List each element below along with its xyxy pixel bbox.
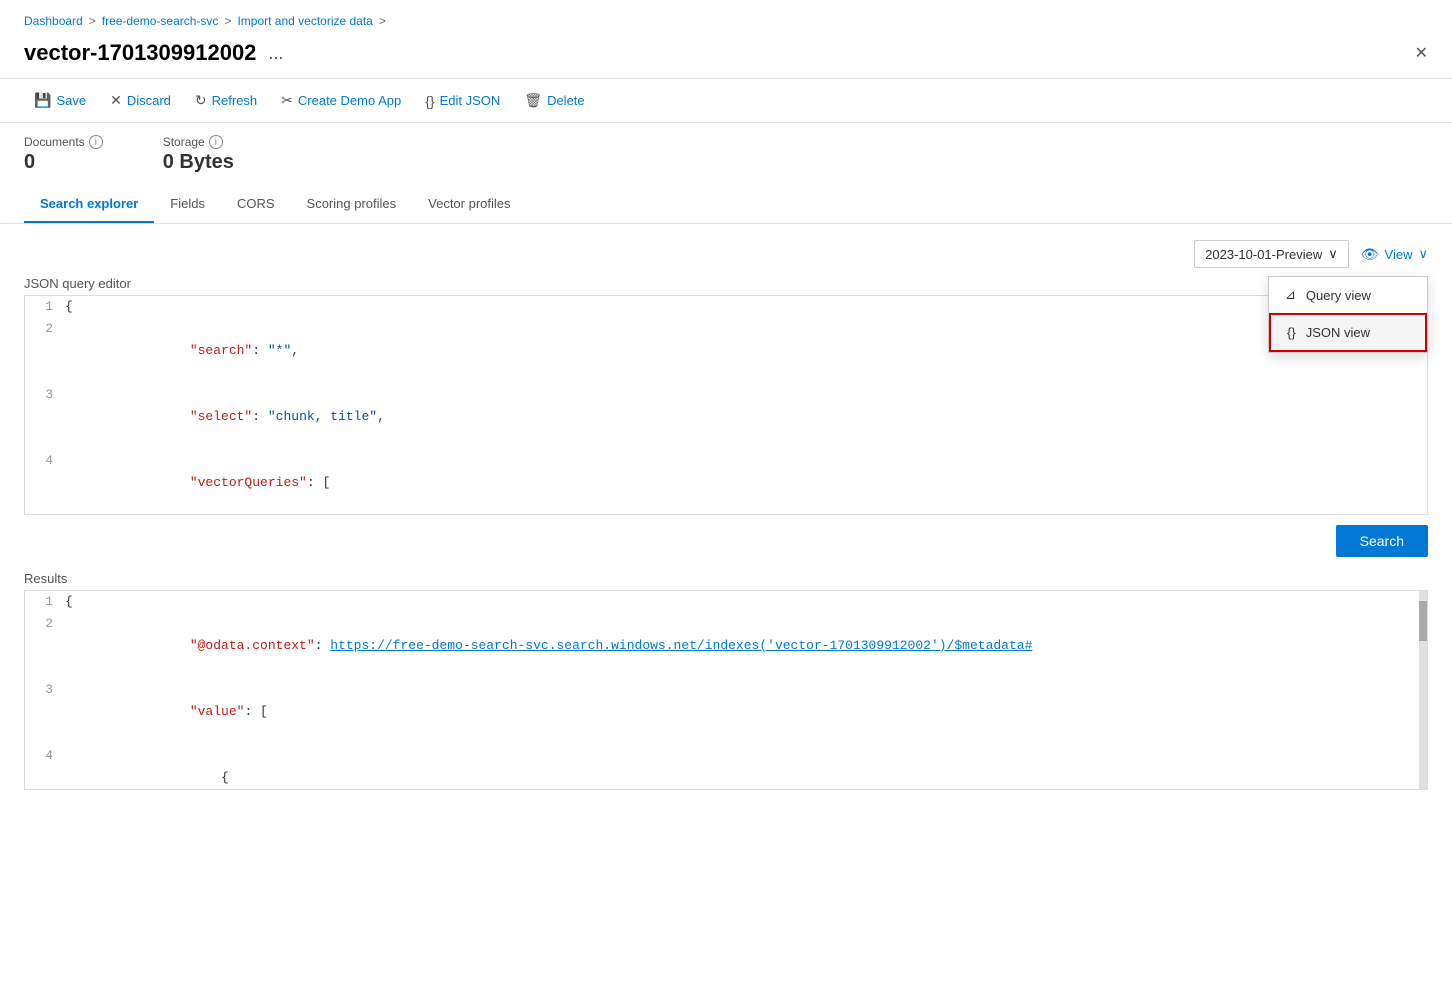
- delete-icon: 🗑: [524, 92, 542, 109]
- breadcrumb: Dashboard > free-demo-search-svc > Impor…: [0, 0, 1452, 36]
- breadcrumb-search-svc[interactable]: free-demo-search-svc: [102, 14, 219, 28]
- demo-icon: ✂: [281, 92, 293, 109]
- view-dropdown: ⊿ Query view {} JSON view: [1268, 276, 1428, 353]
- line-content-3: "select": "chunk, title",: [65, 384, 1427, 450]
- storage-stat: Storage i 0 Bytes: [163, 135, 234, 174]
- version-chevron-icon: ∨: [1328, 246, 1338, 262]
- storage-value: 0 Bytes: [163, 151, 234, 174]
- result-num-2: 2: [25, 613, 65, 679]
- line-num-4: 4: [25, 450, 65, 515]
- view-button[interactable]: 👁 View ∨: [1361, 246, 1428, 263]
- discard-button[interactable]: ✕ Discard: [100, 87, 181, 114]
- result-line-3: 3 "value": [: [25, 679, 1427, 745]
- tab-scoring-profiles[interactable]: Scoring profiles: [291, 186, 413, 223]
- result-content-3: "value": [: [65, 679, 1427, 745]
- query-view-label: Query view: [1306, 288, 1371, 303]
- editor-line-4: 4 "vectorQueries": [: [25, 450, 1427, 515]
- create-demo-app-button[interactable]: ✂ Create Demo App: [271, 87, 411, 114]
- breadcrumb-sep-1: >: [89, 14, 96, 28]
- stats-bar: Documents i 0 Storage i 0 Bytes: [0, 123, 1452, 186]
- version-row: 2023-10-01-Preview ∨ 👁 View ∨ ⊿ Query vi…: [24, 240, 1428, 268]
- documents-label: Documents i: [24, 135, 103, 149]
- refresh-button[interactable]: ↻ Refresh: [185, 87, 267, 114]
- storage-info-icon[interactable]: i: [209, 135, 223, 149]
- tab-search-explorer[interactable]: Search explorer: [24, 186, 154, 223]
- discard-icon: ✕: [110, 92, 122, 109]
- breadcrumb-sep-2: >: [224, 14, 231, 28]
- search-button[interactable]: Search: [1336, 525, 1428, 557]
- breadcrumb-dashboard[interactable]: Dashboard: [24, 14, 83, 28]
- line-content-4: "vectorQueries": [: [65, 450, 1427, 515]
- editor-container[interactable]: 1 { 2 "search": "*", 3 "select": "chunk,…: [24, 295, 1428, 515]
- scroll-thumb: [1419, 601, 1427, 641]
- result-num-4: 4: [25, 745, 65, 790]
- results-container[interactable]: 1 { 2 "@odata.context": https://free-dem…: [24, 590, 1428, 790]
- odata-link[interactable]: https://free-demo-search-svc.search.wind…: [330, 638, 1032, 653]
- storage-label: Storage i: [163, 135, 234, 149]
- delete-button[interactable]: 🗑 Delete: [514, 87, 594, 114]
- refresh-icon: ↻: [195, 92, 207, 109]
- result-num-3: 3: [25, 679, 65, 745]
- result-line-4: 4 {: [25, 745, 1427, 790]
- close-button[interactable]: ✕: [1415, 43, 1428, 63]
- tabs: Search explorer Fields CORS Scoring prof…: [0, 186, 1452, 224]
- toolbar: 💾 Save ✕ Discard ↻ Refresh ✂ Create Demo…: [0, 78, 1452, 123]
- documents-value: 0: [24, 151, 103, 174]
- create-demo-label: Create Demo App: [298, 93, 401, 108]
- editor-label: JSON query editor: [24, 276, 1428, 291]
- discard-label: Discard: [127, 93, 171, 108]
- page-container: Dashboard > free-demo-search-svc > Impor…: [0, 0, 1452, 984]
- editor-section: JSON query editor 1 { 2 "search": "*", 3…: [24, 276, 1428, 515]
- edit-json-button[interactable]: {} Edit JSON: [415, 88, 510, 114]
- tab-cors[interactable]: CORS: [221, 186, 291, 223]
- save-button[interactable]: 💾 Save: [24, 87, 96, 114]
- result-content-1: {: [65, 591, 1427, 613]
- line-content-2: "search": "*",: [65, 318, 1427, 384]
- line-content-1: {: [65, 296, 1427, 318]
- results-label: Results: [24, 571, 1428, 586]
- result-line-2: 2 "@odata.context": https://free-demo-se…: [25, 613, 1427, 679]
- editor-line-3: 3 "select": "chunk, title",: [25, 384, 1427, 450]
- edit-json-label: Edit JSON: [440, 93, 501, 108]
- delete-label: Delete: [547, 93, 585, 108]
- line-num-1: 1: [25, 296, 65, 318]
- documents-info-icon[interactable]: i: [89, 135, 103, 149]
- breadcrumb-sep-3: >: [379, 14, 386, 28]
- json-view-option[interactable]: {} JSON view: [1269, 313, 1427, 352]
- tab-vector-profiles[interactable]: Vector profiles: [412, 186, 526, 223]
- eye-icon: 👁: [1361, 246, 1379, 263]
- ellipsis-button[interactable]: ...: [268, 43, 283, 64]
- tab-fields[interactable]: Fields: [154, 186, 221, 223]
- view-label: View: [1385, 247, 1413, 262]
- result-content-2: "@odata.context": https://free-demo-sear…: [65, 613, 1427, 679]
- breadcrumb-import[interactable]: Import and vectorize data: [237, 14, 372, 28]
- json-icon: {}: [425, 93, 434, 109]
- result-num-1: 1: [25, 591, 65, 613]
- view-chevron-icon: ∨: [1418, 246, 1428, 262]
- filter-icon: ⊿: [1285, 287, 1296, 303]
- save-icon: 💾: [34, 92, 51, 109]
- line-num-3: 3: [25, 384, 65, 450]
- refresh-label: Refresh: [212, 93, 258, 108]
- braces-icon: {}: [1287, 325, 1296, 340]
- line-num-2: 2: [25, 318, 65, 384]
- result-content-4: {: [65, 745, 1427, 790]
- results-section: Results 1 { 2 "@odata.context": https://…: [24, 571, 1428, 790]
- search-button-row: Search: [24, 515, 1428, 563]
- main-content: 2023-10-01-Preview ∨ 👁 View ∨ ⊿ Query vi…: [0, 224, 1452, 806]
- save-label: Save: [56, 93, 86, 108]
- title-bar-left: vector-1701309912002 ...: [24, 40, 283, 66]
- version-selector[interactable]: 2023-10-01-Preview ∨: [1194, 240, 1349, 268]
- version-value: 2023-10-01-Preview: [1205, 247, 1322, 262]
- editor-line-2: 2 "search": "*",: [25, 318, 1427, 384]
- title-bar: vector-1701309912002 ... ✕: [0, 36, 1452, 78]
- query-view-option[interactable]: ⊿ Query view: [1269, 277, 1427, 313]
- page-title: vector-1701309912002: [24, 40, 256, 66]
- result-line-1: 1 {: [25, 591, 1427, 613]
- editor-line-1: 1 {: [25, 296, 1427, 318]
- json-view-label: JSON view: [1306, 325, 1370, 340]
- documents-stat: Documents i 0: [24, 135, 103, 174]
- results-scrollbar[interactable]: [1419, 591, 1427, 789]
